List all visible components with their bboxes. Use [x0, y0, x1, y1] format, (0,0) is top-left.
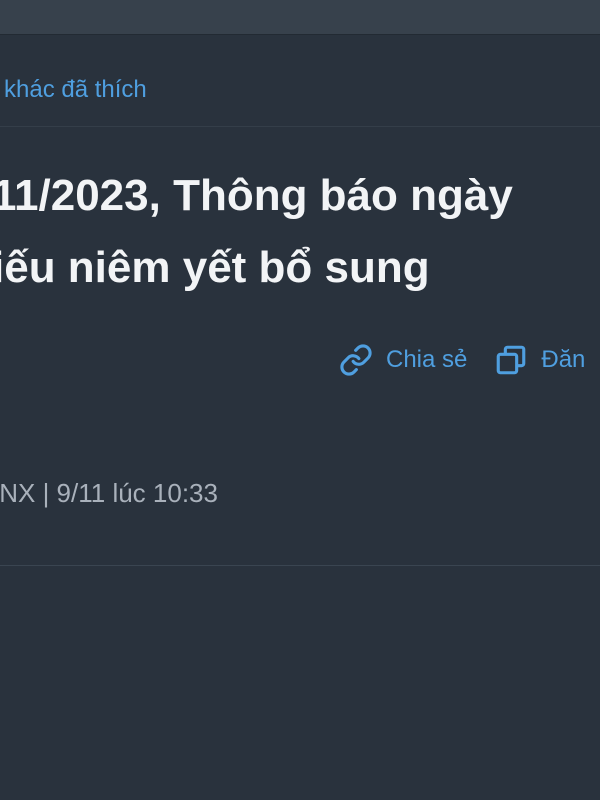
divider [0, 126, 600, 127]
article-meta: INX | 9/11 lúc 10:33 [0, 478, 218, 508]
divider [0, 565, 600, 566]
article-title-line-1: 11/2023, Thông báo ngày [0, 171, 513, 220]
subscribe-label: Đăn [541, 346, 586, 373]
liked-by-others-link[interactable]: i khác đã thích [0, 76, 147, 104]
article-actions: Chia sẻ Đăn [338, 340, 585, 380]
subscribe-button[interactable]: Đăn [493, 342, 585, 378]
article-title: 11/2023, Thông báo ngày iếu niêm yết bổ … [0, 160, 513, 304]
share-label: Chia sẻ [386, 346, 468, 373]
copy-icon [493, 342, 529, 378]
top-bar [0, 0, 600, 35]
link-icon [338, 342, 374, 378]
share-button[interactable]: Chia sẻ [338, 342, 467, 378]
article-title-line-2: iếu niêm yết bổ sung [0, 243, 430, 292]
